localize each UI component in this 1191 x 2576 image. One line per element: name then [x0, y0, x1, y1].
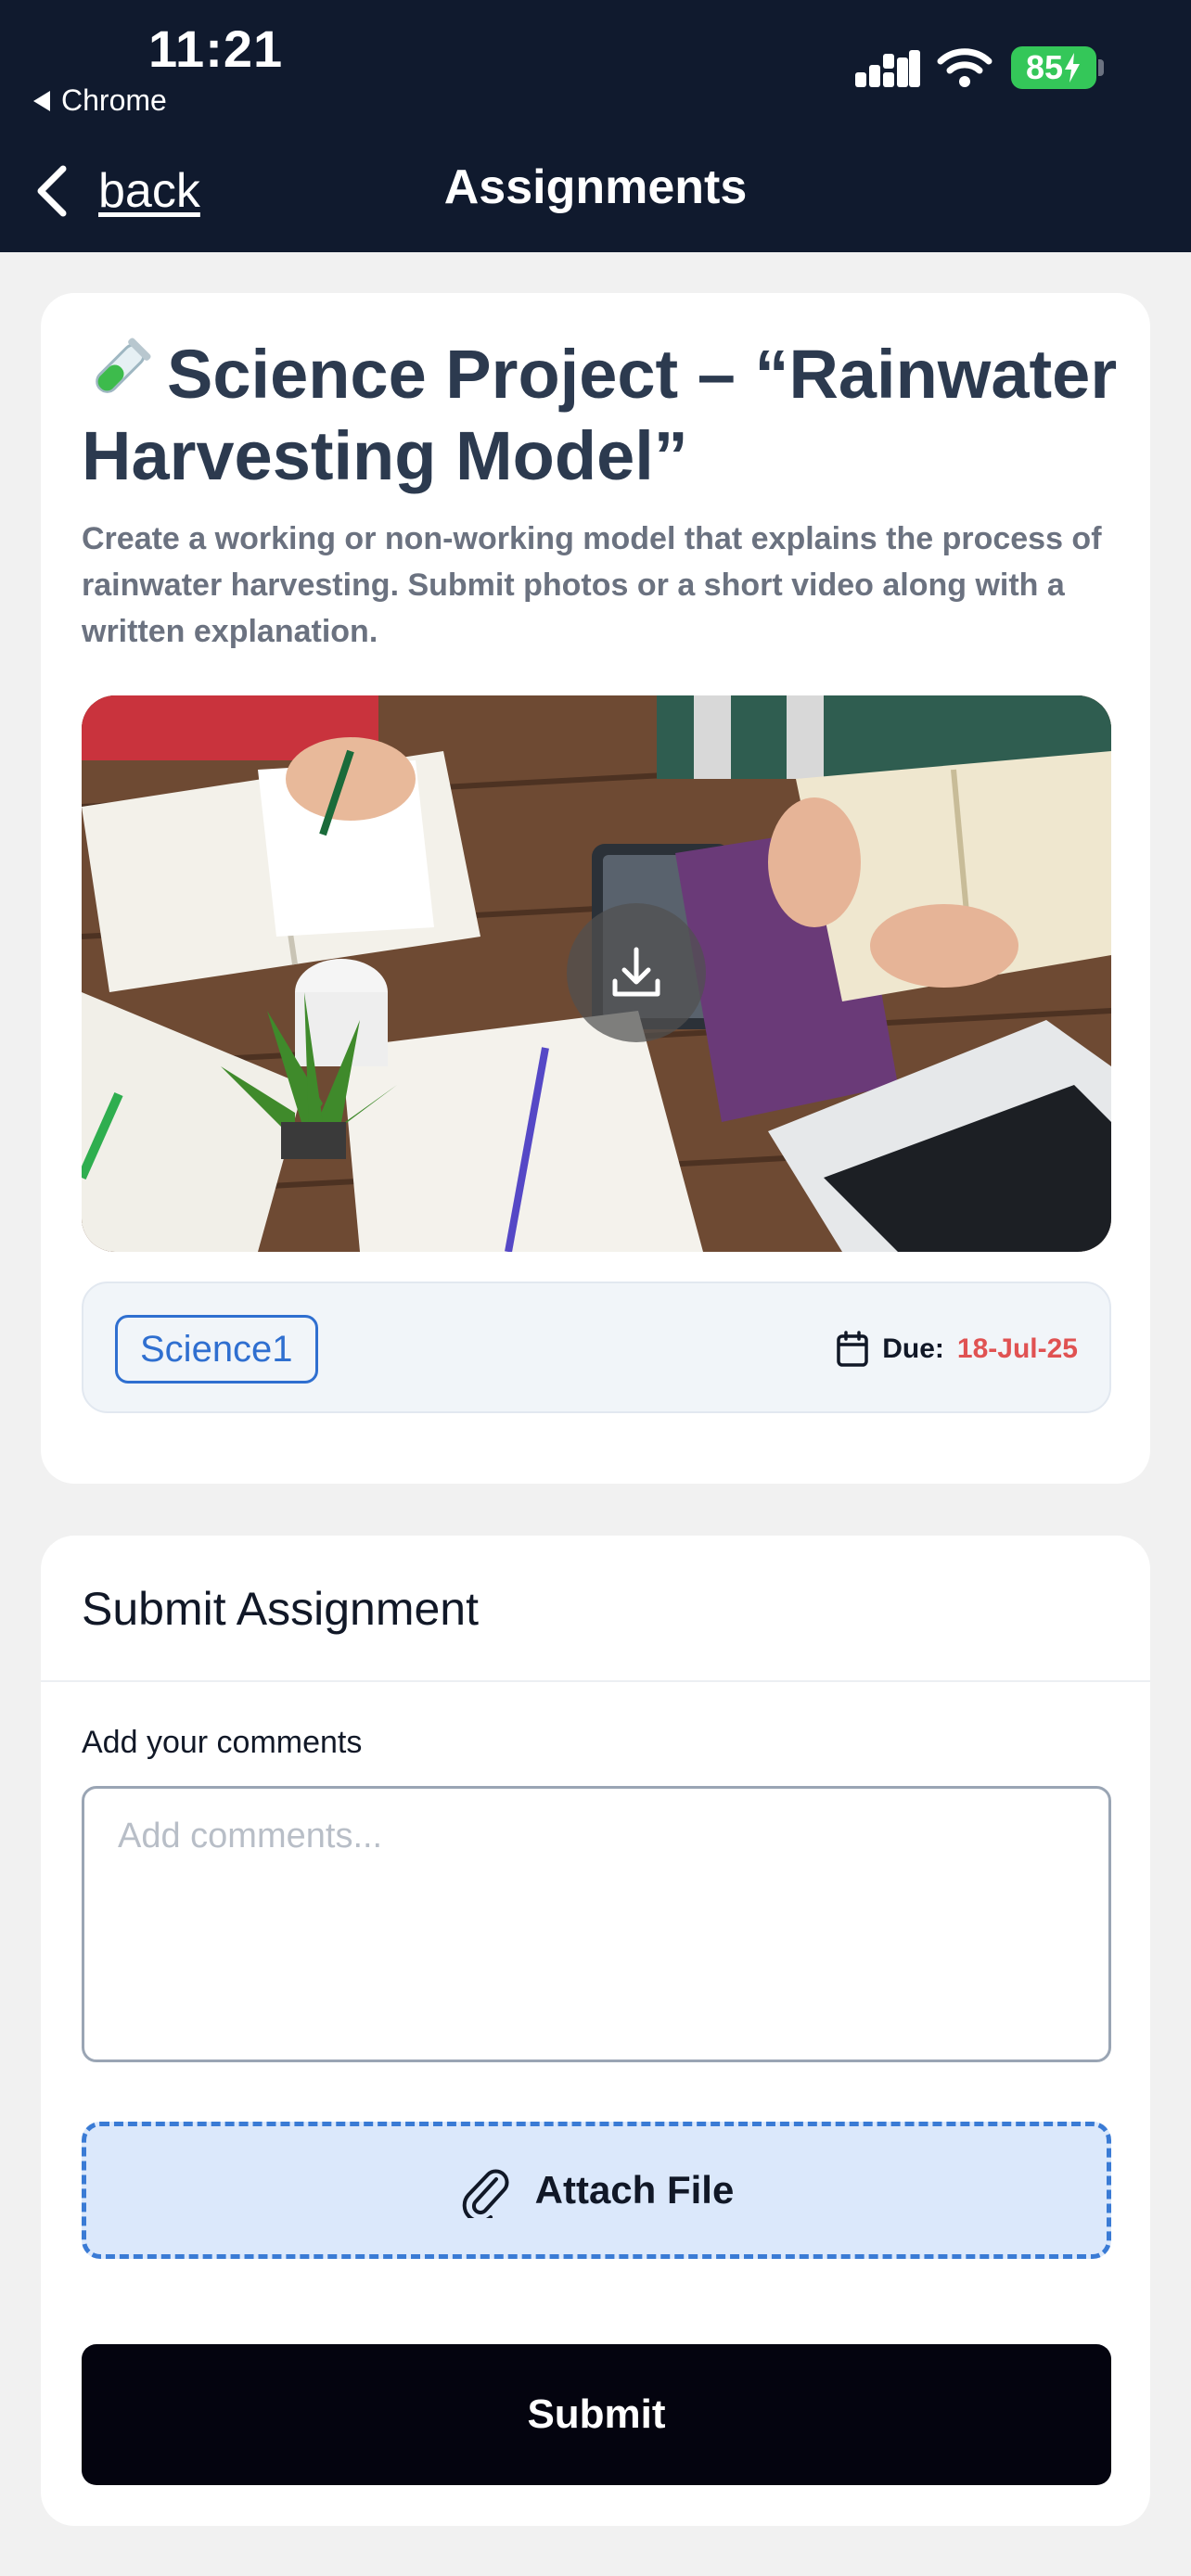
comments-label: Add your comments — [82, 1725, 363, 1760]
paperclip-icon — [462, 2169, 509, 2218]
status-time: 11:21 — [148, 19, 284, 78]
back-triangle-icon — [33, 90, 50, 111]
charging-bolt-icon — [1065, 53, 1081, 83]
top-bar: 11:21 Chrome 85 back Assignments — [0, 0, 1191, 252]
subject-tag: Science1 — [115, 1315, 318, 1384]
battery-nub — [1098, 59, 1104, 76]
submit-button[interactable]: Submit — [82, 2344, 1111, 2485]
divider — [41, 1680, 1150, 1682]
status-back-to-app[interactable]: Chrome — [33, 83, 167, 118]
attach-file-button[interactable]: Attach File — [82, 2122, 1111, 2259]
comments-input[interactable] — [82, 1786, 1111, 2062]
attach-file-label: Attach File — [534, 2168, 735, 2212]
status-back-app-label: Chrome — [61, 83, 167, 117]
cellular-signal-icon — [855, 50, 920, 87]
test-tube-icon — [96, 338, 151, 393]
submit-heading: Submit Assignment — [82, 1583, 479, 1635]
submit-card: Submit Assignment Add your comments Atta… — [41, 1536, 1150, 2526]
download-icon — [612, 947, 660, 997]
calendar-icon — [837, 1331, 868, 1367]
wifi-icon — [937, 48, 992, 87]
due-date: 18-Jul-25 — [956, 1333, 1078, 1364]
battery-indicator: 85 — [1011, 46, 1096, 89]
assignment-description: Create a working or non-working model th… — [82, 521, 1102, 649]
page-title: Assignments — [443, 160, 748, 214]
due-label: Due: — [882, 1333, 944, 1364]
due-date-info: Due: 18-Jul-25 — [836, 1326, 1078, 1372]
download-button[interactable] — [567, 903, 706, 1042]
assignment-title-text: Science Project – “Rainwater Harvesting … — [82, 336, 1118, 494]
assignment-card: Science Project – “Rainwater Harvesting … — [41, 293, 1150, 1484]
assignment-image[interactable] — [82, 695, 1111, 1252]
assignment-title: Science Project – “Rainwater Harvesting … — [82, 334, 1121, 497]
battery-level: 85 — [1025, 48, 1064, 86]
submit-label: Submit — [527, 2391, 666, 2437]
assignment-meta: Science1 Due: 18-Jul-25 — [82, 1282, 1111, 1413]
